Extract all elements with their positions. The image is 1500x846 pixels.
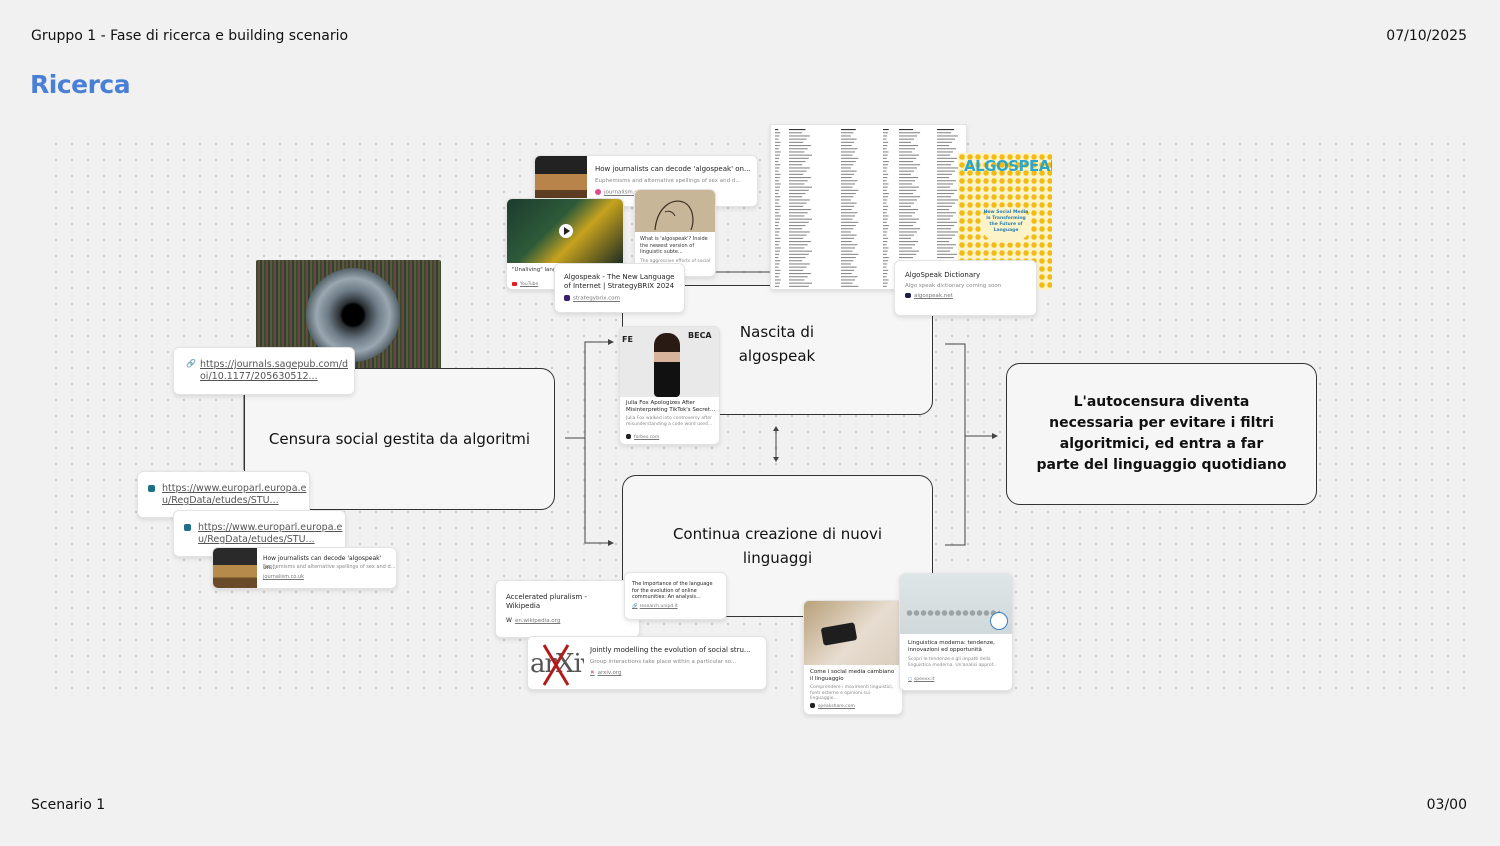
strategybrix-icon bbox=[564, 295, 570, 301]
footer-page: 03/00 bbox=[1426, 797, 1467, 813]
card-title: What is 'algospeak'? Inside the newest v… bbox=[640, 236, 708, 255]
bracket-right bbox=[945, 343, 966, 546]
card-url-text: YouTube bbox=[520, 282, 539, 287]
card-url[interactable]: ○ speexx.it bbox=[908, 676, 934, 683]
card-linguistica-moderna[interactable]: Linguistica moderna: tendenze, innovazio… bbox=[899, 573, 1013, 691]
card-desc: Scopri le tendenze e gli impatti della l… bbox=[908, 657, 998, 668]
card-url[interactable]: speakshare.com bbox=[810, 703, 855, 710]
video-thumb bbox=[507, 199, 623, 263]
backdrop-text-2: BECA bbox=[688, 331, 712, 340]
node-continua-label: Continua creazione di nuovi linguaggi bbox=[672, 525, 883, 567]
cover-subtitle: How Social Media Is Transforming the Fut… bbox=[983, 210, 1029, 233]
card-desc: Euphemisms and alternative spellings of … bbox=[595, 178, 741, 184]
youtube-icon bbox=[512, 281, 517, 286]
card-url-text: en.wikipedia.org bbox=[514, 618, 561, 624]
card-importance-language[interactable]: The importance of the language for the e… bbox=[624, 572, 727, 620]
node-conclusione-label: L'autocensura diventa necessaria per evi… bbox=[1036, 394, 1287, 473]
link-icon: 🔗 bbox=[186, 359, 196, 368]
card-url[interactable]: 🔗 research.unipd.it bbox=[632, 603, 719, 610]
card-desc: Comprendere i movimenti linguistici, fon… bbox=[810, 685, 894, 701]
card-algospeak-dictionary[interactable]: AlgoSpeak Dictionary Algo speak dictiona… bbox=[894, 260, 1037, 316]
phone-graphic bbox=[820, 622, 858, 646]
speakshare-icon bbox=[810, 703, 815, 708]
card-url-text: forbes.com bbox=[634, 435, 660, 440]
card-desc: Julia Fox walked into controversy after … bbox=[626, 416, 713, 427]
card-url[interactable]: ✕ arxiv.org bbox=[590, 670, 621, 677]
backdrop-text-1: FE bbox=[622, 335, 633, 344]
card-title: Algospeak - The New Language of Internet… bbox=[564, 273, 675, 290]
julia-fox-photo: FE BECA bbox=[620, 327, 719, 397]
card-journalism-bottom[interactable]: How journalists can decode 'algospeak' o… bbox=[212, 547, 397, 589]
card-title: How journalists can decode 'algospeak' o… bbox=[595, 165, 751, 173]
europarl-url-2[interactable]: https://www.europarl.europa.eu/RegData/e… bbox=[198, 522, 343, 546]
link-icon: 🔗 bbox=[632, 603, 638, 609]
europarl-url-1[interactable]: https://www.europarl.europa.eu/RegData/e… bbox=[162, 483, 307, 507]
arxiv-logo: arXiv bbox=[528, 637, 584, 689]
card-url-text: strategybrix.com bbox=[573, 295, 620, 302]
card-url-text: speakshare.com bbox=[818, 704, 855, 709]
card-title: Linguistica moderna: tendenze, innovazio… bbox=[908, 640, 995, 653]
europarl-icon bbox=[148, 485, 155, 492]
card-desc: Algo speak dictionary coming soon bbox=[905, 283, 1002, 289]
card-url-text: research.unipd.it bbox=[639, 603, 678, 609]
phone-photo bbox=[804, 601, 902, 665]
play-icon[interactable] bbox=[559, 224, 573, 238]
connector-censura-nascita bbox=[565, 341, 608, 439]
link-card-sagepub[interactable]: 🔗 https://journals.sagepub.com/doi/10.11… bbox=[173, 347, 355, 395]
card-url-text: speexx.it bbox=[913, 677, 935, 682]
typewriter-photo bbox=[900, 574, 1012, 634]
card-social-media-linguaggio[interactable]: Come i social media cambiano il linguagg… bbox=[803, 600, 903, 715]
connector-censura-continua bbox=[584, 438, 608, 544]
card-url-text: arxiv.org bbox=[597, 670, 622, 676]
node-nascita-label: Nascita di algospeak bbox=[738, 323, 816, 365]
person-figure bbox=[654, 333, 680, 397]
card-title: Julia Fox Apologizes After Misinterpreti… bbox=[626, 400, 716, 413]
speexx-icon: ○ bbox=[908, 677, 912, 682]
card-title: Come i social media cambiano il linguagg… bbox=[810, 669, 895, 682]
card-title: The importance of the language for the e… bbox=[632, 581, 713, 600]
card-title: Jointly modelling the evolution of socia… bbox=[590, 646, 751, 654]
card-url[interactable]: Wen.wikipedia.org bbox=[506, 617, 629, 625]
keys-graphic bbox=[906, 608, 1000, 618]
card-julia-fox[interactable]: FE BECA Julia Fox Apologizes After Misin… bbox=[619, 326, 720, 445]
card-wikipedia[interactable]: Accelerated pluralism - Wikipedia Wen.wi… bbox=[495, 580, 640, 638]
card-url[interactable]: YouTube bbox=[512, 281, 538, 288]
footer-scenario: Scenario 1 bbox=[31, 797, 106, 813]
cover-title: ALGOSPEAK bbox=[964, 157, 1052, 175]
dictionary-icon bbox=[905, 293, 911, 298]
node-censura-label: Censura social gestita da algoritmi bbox=[268, 430, 531, 448]
node-conclusione[interactable]: L'autocensura diventa necessaria per evi… bbox=[1006, 363, 1317, 505]
card-arxiv[interactable]: arXiv Jointly modelling the evolution of… bbox=[527, 636, 767, 690]
journalism-thumb bbox=[213, 548, 257, 588]
card-url[interactable]: strategybrix.com bbox=[564, 295, 675, 303]
europarl-icon bbox=[184, 524, 191, 531]
journalism-icon bbox=[595, 189, 601, 195]
card-url[interactable]: journalism.co.uk bbox=[263, 574, 304, 581]
card-strategybrix[interactable]: Algospeak - The New Language of Internet… bbox=[554, 263, 685, 313]
card-title: AlgoSpeak Dictionary bbox=[905, 271, 981, 279]
sagepub-url[interactable]: https://journals.sagepub.com/doi/10.1177… bbox=[200, 359, 350, 383]
card-title: Accelerated pluralism - Wikipedia bbox=[506, 593, 587, 610]
forbes-icon bbox=[626, 434, 631, 439]
illustration-thumb bbox=[635, 190, 715, 232]
wikipedia-icon: W bbox=[506, 617, 512, 624]
card-url-text: algospeak.net bbox=[914, 293, 953, 299]
speexx-badge-icon bbox=[990, 612, 1008, 630]
card-url[interactable]: algospeak.net bbox=[905, 293, 1026, 300]
card-desc: Group interactions take place within a p… bbox=[590, 659, 737, 665]
card-url[interactable]: forbes.com bbox=[626, 434, 659, 441]
arxiv-icon: ✕ bbox=[590, 670, 595, 676]
card-desc: Euphemisms and alternative spellings of … bbox=[263, 564, 396, 570]
